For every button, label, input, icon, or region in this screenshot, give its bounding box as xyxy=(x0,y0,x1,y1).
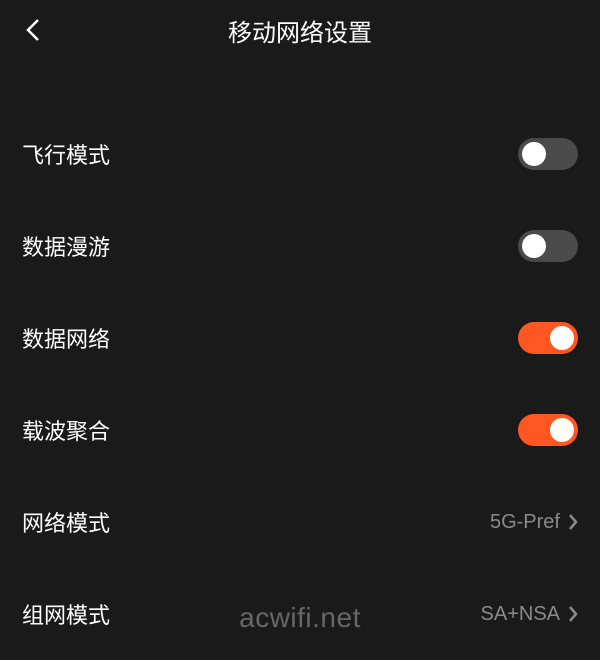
chevron-right-icon xyxy=(568,513,578,531)
toggle-knob xyxy=(550,326,574,350)
setting-row-carrier-aggregation: 载波聚合 xyxy=(0,384,600,476)
page-title: 移动网络设置 xyxy=(0,13,600,48)
chevron-left-icon xyxy=(26,18,40,42)
setting-row-airplane-mode: 飞行模式 xyxy=(0,108,600,200)
toggle-knob xyxy=(522,234,546,258)
setting-value: SA+NSA xyxy=(481,603,560,626)
setting-label: 载波聚合 xyxy=(22,414,110,446)
setting-label: 数据网络 xyxy=(22,322,110,354)
setting-value-wrap: 5G-Pref xyxy=(490,511,578,534)
chevron-right-icon xyxy=(568,605,578,623)
setting-value: 5G-Pref xyxy=(490,511,560,534)
setting-label: 网络模式 xyxy=(22,506,110,538)
setting-row-mobile-data: 数据网络 xyxy=(0,292,600,384)
settings-list: 飞行模式 数据漫游 数据网络 载波聚合 网络模式 5G-Pref 组网模式 xyxy=(0,60,600,660)
setting-row-networking-mode[interactable]: 组网模式 SA+NSA xyxy=(0,568,600,660)
setting-label: 组网模式 xyxy=(22,598,110,630)
setting-label: 飞行模式 xyxy=(22,138,110,170)
header: 移动网络设置 xyxy=(0,0,600,60)
toggle-carrier-aggregation[interactable] xyxy=(518,414,578,446)
setting-value-wrap: SA+NSA xyxy=(481,603,578,626)
toggle-data-roaming[interactable] xyxy=(518,230,578,262)
toggle-knob xyxy=(522,142,546,166)
toggle-knob xyxy=(550,418,574,442)
back-button[interactable] xyxy=(18,15,48,45)
setting-row-data-roaming: 数据漫游 xyxy=(0,200,600,292)
setting-label: 数据漫游 xyxy=(22,230,110,262)
toggle-airplane-mode[interactable] xyxy=(518,138,578,170)
toggle-mobile-data[interactable] xyxy=(518,322,578,354)
setting-row-network-mode[interactable]: 网络模式 5G-Pref xyxy=(0,476,600,568)
